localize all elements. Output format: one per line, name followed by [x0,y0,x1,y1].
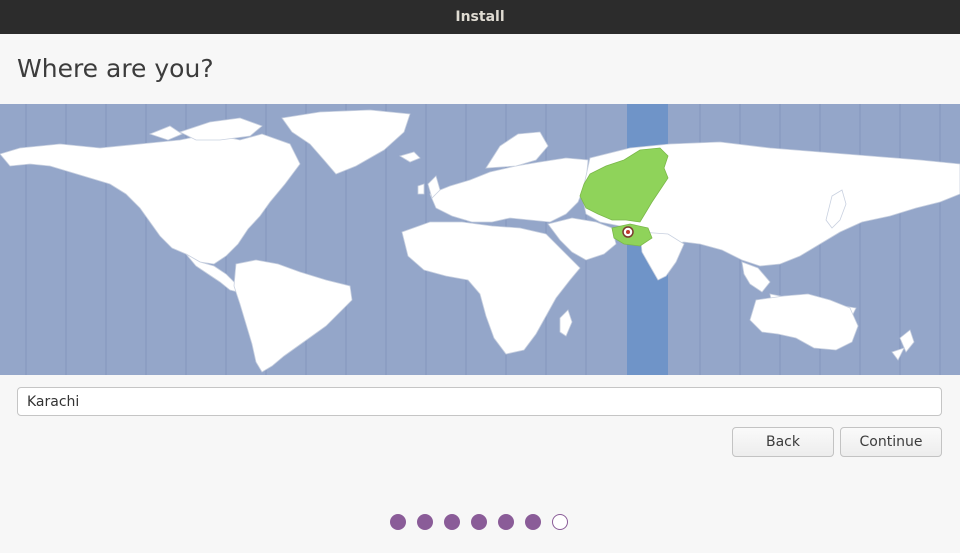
progress-dot [444,514,460,530]
progress-dot [417,514,433,530]
page-title: Where are you? [17,54,214,83]
location-pin-icon [622,226,634,238]
continue-button[interactable]: Continue [840,427,942,457]
window-title: Install [455,9,505,25]
timezone-map[interactable] [0,104,960,375]
window-titlebar: Install [0,0,960,34]
back-button[interactable]: Back [732,427,834,457]
progress-dot [498,514,514,530]
location-input[interactable] [17,387,942,416]
progress-dot [390,514,406,530]
progress-dot-current [552,514,568,530]
progress-dot [525,514,541,530]
progress-indicator [390,514,568,530]
progress-dot [471,514,487,530]
